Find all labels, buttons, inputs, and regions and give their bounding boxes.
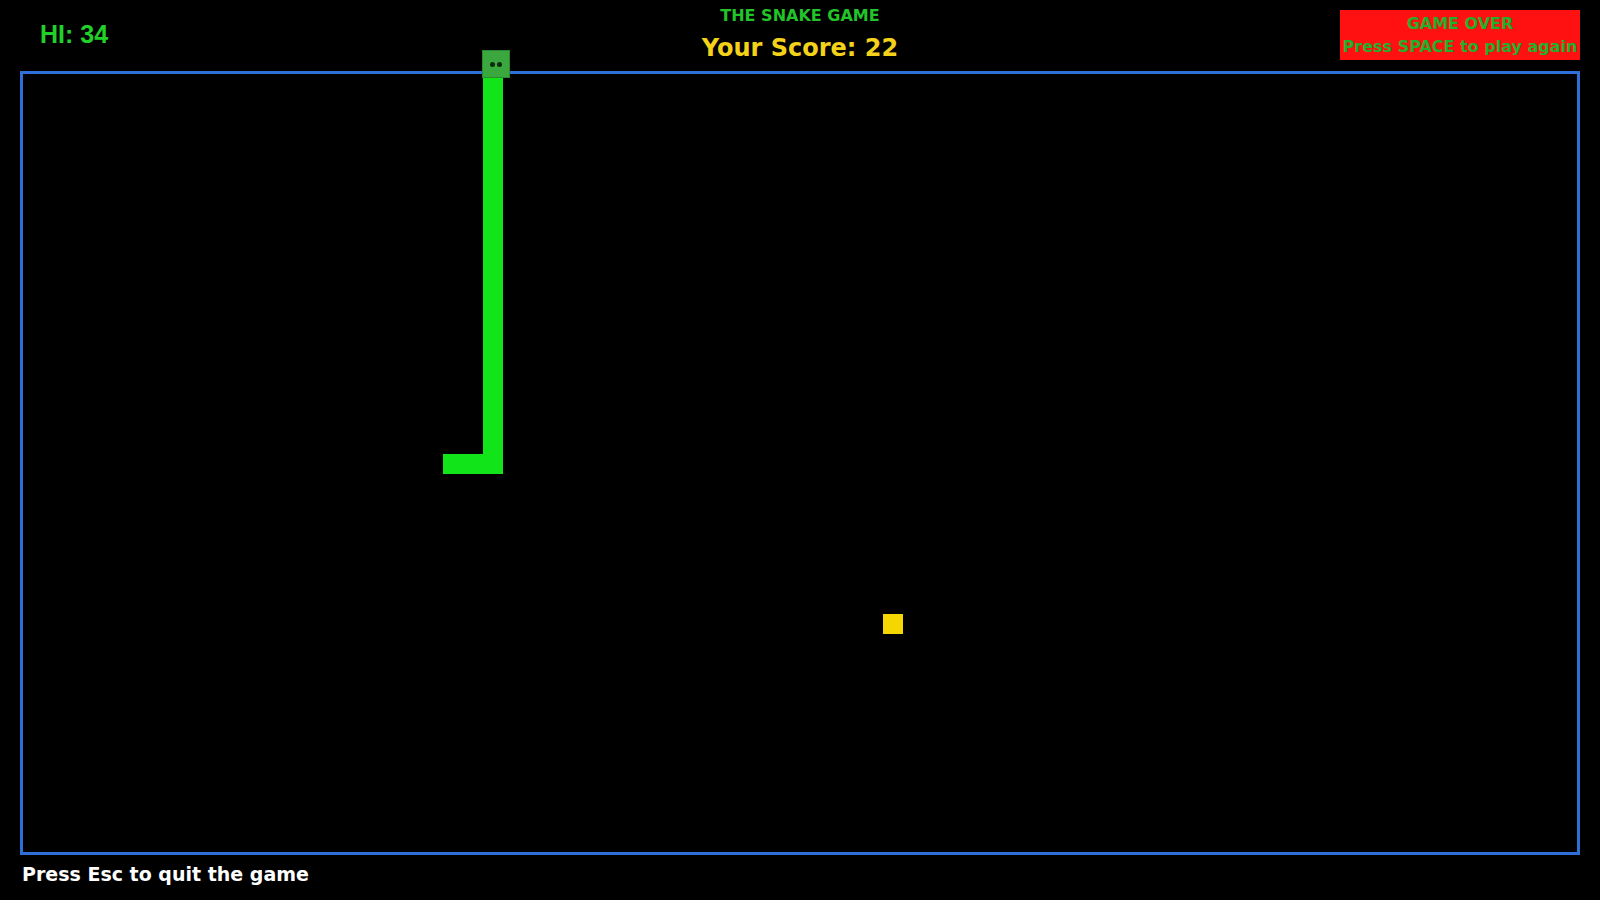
snake-segment [483, 254, 503, 274]
quit-hint: Press Esc to quit the game [22, 863, 309, 885]
food [883, 614, 903, 634]
game-over-title: GAME OVER [1407, 14, 1514, 33]
snake-segment [483, 374, 503, 394]
snake-segment [483, 274, 503, 294]
snake-head [482, 50, 510, 78]
snake-segment [483, 434, 503, 454]
snake-segment [483, 414, 503, 434]
play-field [23, 74, 1577, 852]
game-over-hint: Press SPACE to play again [1343, 37, 1578, 56]
snake-segment [483, 234, 503, 254]
snake-segment [483, 154, 503, 174]
game-board [20, 71, 1580, 855]
snake-segment [483, 294, 503, 314]
eye-icon [490, 62, 495, 67]
snake-segment [483, 94, 503, 114]
snake-segment [483, 314, 503, 334]
snake-segment [483, 194, 503, 214]
snake-segment [483, 354, 503, 374]
snake-segment [483, 174, 503, 194]
score: Your Score: 22 [702, 34, 898, 62]
snake-segment [483, 214, 503, 234]
high-score: HI: 34 [40, 20, 108, 48]
game-title: THE SNAKE GAME [720, 6, 879, 25]
game-over-banner: GAME OVER Press SPACE to play again [1340, 10, 1580, 60]
eye-icon [497, 62, 502, 67]
snake-segment [443, 454, 463, 474]
snake-segment [483, 114, 503, 134]
hud: HI: 34 THE SNAKE GAME Your Score: 22 GAME O… [0, 0, 1600, 71]
snake-segment [483, 134, 503, 154]
footer: Press Esc to quit the game [0, 855, 1600, 885]
snake-segment [483, 454, 503, 474]
snake-segment [483, 394, 503, 414]
snake-game: HI: 34 THE SNAKE GAME Your Score: 22 GAME O… [0, 0, 1600, 900]
snake-segment [483, 334, 503, 354]
snake-segment [463, 454, 483, 474]
